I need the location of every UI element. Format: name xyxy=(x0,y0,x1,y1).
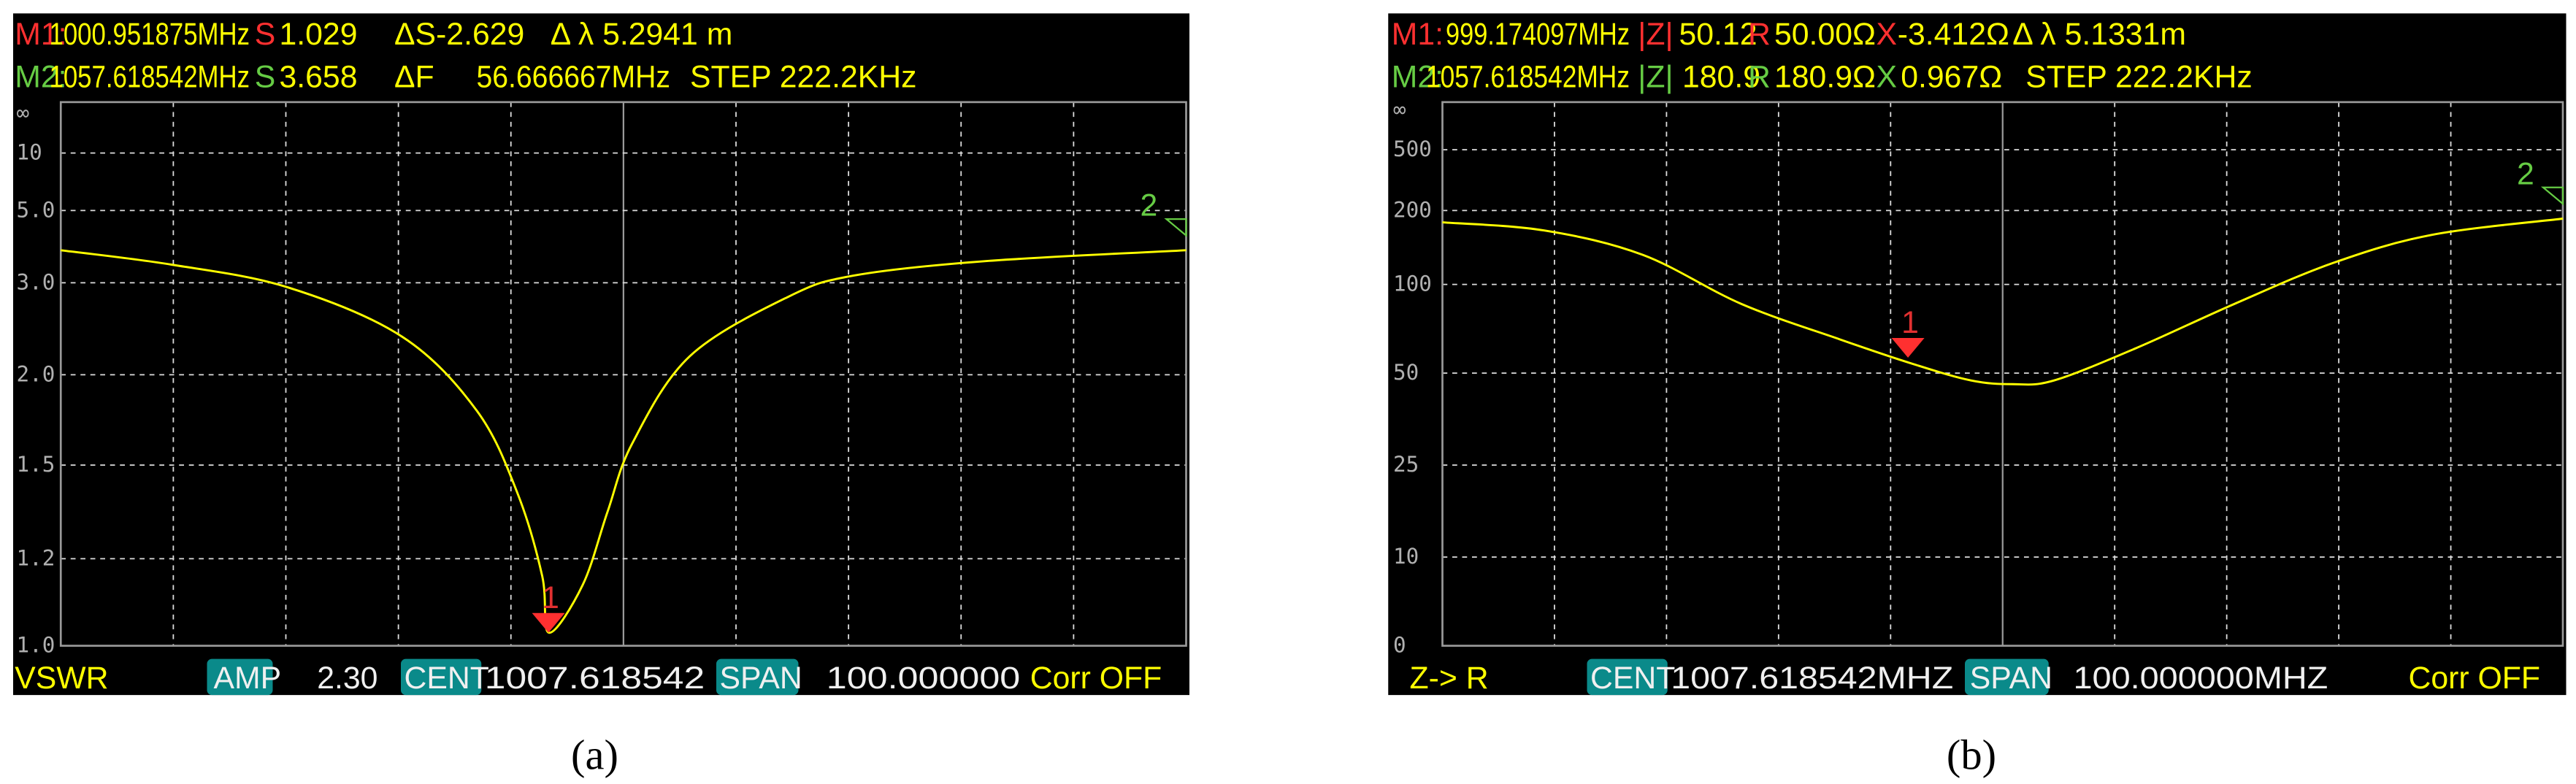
delta-f-value: 56.666667MHz xyxy=(477,60,671,95)
y-tick-label: 5.0 xyxy=(17,197,55,222)
caption: (b) xyxy=(1947,731,1996,778)
span-value: 100.000000 xyxy=(827,661,1021,696)
span-value: 100.000000MHZ xyxy=(2074,661,2328,696)
cent-label: CENT xyxy=(1590,661,1675,696)
y-tick-label: 100 xyxy=(1393,272,1432,296)
corr-status: Corr OFF xyxy=(2409,661,2540,696)
cent-button[interactable]: CENT xyxy=(401,658,489,696)
m2-freq: 1057.618542MHz xyxy=(1426,60,1630,95)
panel-resistance: M1: 999.174097MHz |Z| 50.12 R 50.00Ω X -… xyxy=(1388,13,2567,778)
span-label: SPAN xyxy=(1970,661,2052,696)
m1-freq: 1000.951875MHz xyxy=(50,17,250,52)
svg-text:M2: 1057.618542MHz: M2: 1057.618542MHz |Z| 180.9 R 180.9Ω X … xyxy=(1392,60,2253,95)
amp-value: 2.30 xyxy=(317,661,377,696)
delta-lambda: Δ λ 5.2941 m xyxy=(551,17,733,52)
delta-lambda: Δ λ 5.1331m xyxy=(2012,17,2186,52)
y-tick-label: 200 xyxy=(1393,197,1432,222)
figure: M1: 1000.951875MHz S 1.029 ΔS-2.629 Δ λ … xyxy=(13,13,2567,778)
m1-x-label: X xyxy=(1877,17,1898,52)
m1-r-value: 50.00Ω xyxy=(1774,17,1876,52)
corr-status: Corr OFF xyxy=(1030,661,1162,696)
y-tick-label: 0 xyxy=(1393,633,1406,658)
m2-r-label: R xyxy=(1748,60,1771,95)
y-tick-label: 1.0 xyxy=(17,633,55,658)
amp-button[interactable]: AMP xyxy=(207,658,282,696)
y-tick-label: 500 xyxy=(1393,137,1432,161)
span-button[interactable]: SPAN xyxy=(1965,658,2052,696)
svg-text:M1: 999.174097MHz: M1: 999.174097MHz |Z| 50.12 R 50.00Ω X -… xyxy=(1392,17,2186,52)
m1-s-value: 1.029 xyxy=(280,17,358,52)
screen-background xyxy=(13,13,1189,696)
m1-r-label: R xyxy=(1748,17,1771,52)
m1-z-value: 50.12 xyxy=(1679,17,1757,52)
y-tick-label: 50 xyxy=(1393,360,1419,385)
y-tick-label: 1.2 xyxy=(17,545,55,570)
y-tick-label: 10 xyxy=(17,140,42,165)
y-tick-label: 2.0 xyxy=(17,361,55,386)
mode-label: VSWR xyxy=(15,661,108,696)
m2-r-value: 180.9Ω xyxy=(1774,60,1876,95)
marker-1-label: 1 xyxy=(542,580,559,615)
step: STEP 222.2KHz xyxy=(2025,60,2253,95)
span-label: SPAN xyxy=(720,661,802,696)
m2-x-label: X xyxy=(1877,60,1898,95)
m1-label: M1: xyxy=(1392,17,1444,52)
marker-2-label: 2 xyxy=(1141,188,1158,223)
m1-x-value: -3.412Ω xyxy=(1898,17,2009,52)
panel-vswr: M1: 1000.951875MHz S 1.029 ΔS-2.629 Δ λ … xyxy=(13,13,1189,778)
m2-x-value: 0.967Ω xyxy=(1901,60,2002,95)
m1-freq: 999.174097MHz xyxy=(1446,17,1630,52)
delta-s: ΔS-2.629 xyxy=(394,17,524,52)
y-tick-label: ∞ xyxy=(17,101,30,126)
cent-label: CENT xyxy=(405,661,489,696)
m2-freq: 1057.618542MHz xyxy=(50,60,250,95)
cent-button[interactable]: CENT xyxy=(1587,658,1676,696)
y-tick-label: ∞ xyxy=(1393,97,1406,122)
y-tick-label: 1.5 xyxy=(17,452,55,477)
mode-label: Z-> R xyxy=(1410,661,1489,696)
y-tick-label: 25 xyxy=(1393,452,1419,477)
delta-f-label: ΔF xyxy=(394,60,434,95)
marker-2-label: 2 xyxy=(2517,156,2534,191)
y-tick-label: 10 xyxy=(1393,544,1419,569)
y-tick-label: 3.0 xyxy=(17,269,55,294)
caption: (a) xyxy=(571,731,618,778)
step: STEP 222.2KHz xyxy=(690,60,917,95)
m1-z-label: |Z| xyxy=(1638,17,1673,52)
marker-1-label: 1 xyxy=(1901,305,1919,340)
screen-background xyxy=(1388,13,2567,696)
span-button[interactable]: SPAN xyxy=(716,658,802,696)
m2-z-label: |Z| xyxy=(1638,60,1673,95)
m2-s-label: S xyxy=(255,60,276,95)
cent-value: 1007.618542 xyxy=(485,661,705,696)
m2-s-value: 3.658 xyxy=(280,60,358,95)
cent-value: 1007.618542MHZ xyxy=(1671,661,1953,696)
amp-label: AMP xyxy=(214,661,282,696)
m1-s-label: S xyxy=(255,17,276,52)
